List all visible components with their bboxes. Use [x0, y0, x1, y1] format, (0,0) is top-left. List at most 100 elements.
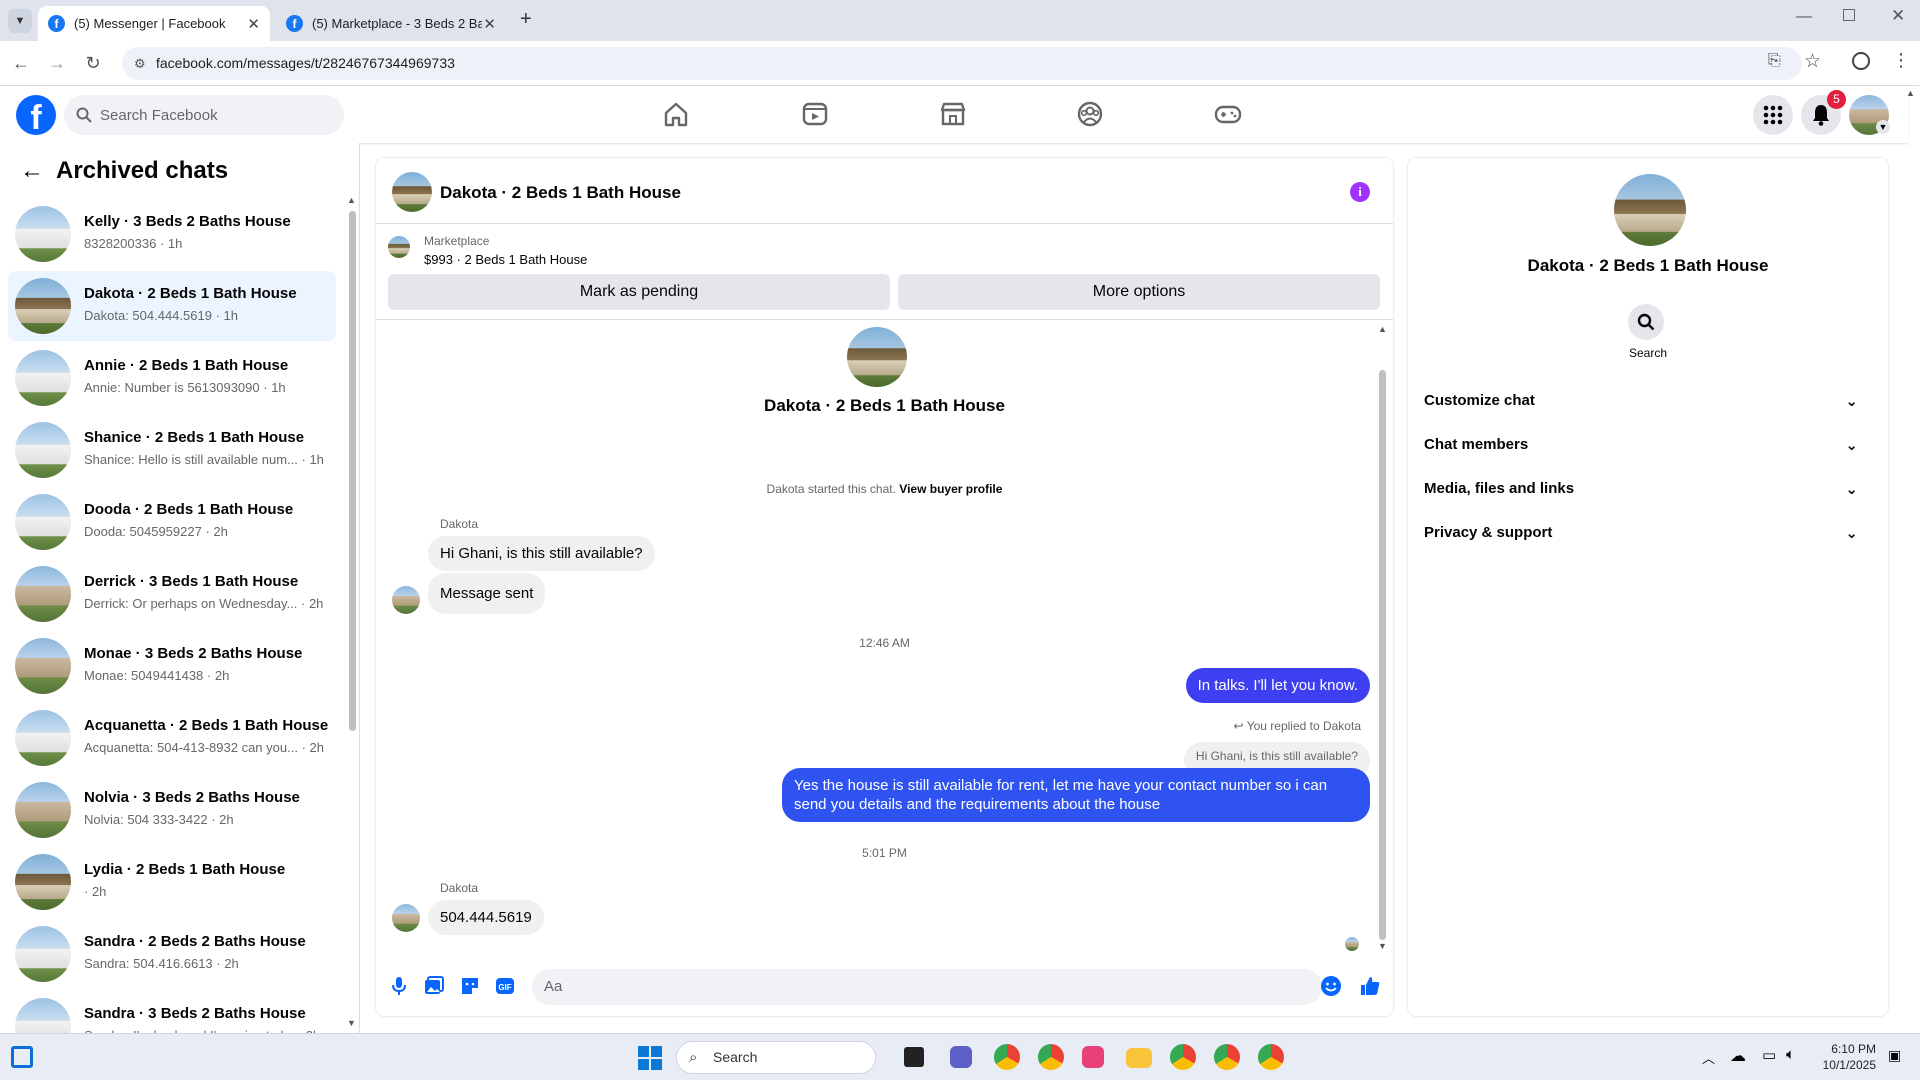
privacy-support-section[interactable]: Privacy & support ⌄ [1424, 524, 1874, 542]
chat-list-item[interactable]: Dakota · 2 Beds 1 Bath House Dakota: 504.… [8, 271, 336, 341]
incoming-message[interactable]: Message sent [428, 573, 546, 614]
back-arrow-icon[interactable]: ← [20, 157, 44, 185]
taskbar-clock[interactable]: 6:10 PM 10/1/2025 [1810, 1041, 1876, 1073]
thumbs-up-icon[interactable] [1359, 975, 1381, 997]
account-chevron-down-icon[interactable]: ▼ [1876, 120, 1890, 134]
widgets-icon[interactable] [11, 1046, 33, 1068]
listing-thumbnail[interactable] [388, 236, 410, 258]
chat-list-scrollbar[interactable] [349, 211, 356, 731]
scroll-up-arrow-icon[interactable]: ▲ [1378, 324, 1387, 334]
tab-list-dropdown[interactable]: ▼ [8, 9, 32, 33]
chat-list-item[interactable]: Dooda · 2 Beds 1 Bath House Dooda: 504595… [8, 487, 336, 557]
facebook-logo[interactable]: f [16, 95, 56, 135]
back-icon[interactable]: ← [10, 53, 32, 74]
customize-chat-section[interactable]: Customize chat ⌄ [1424, 392, 1874, 410]
chat-members-section[interactable]: Chat members ⌄ [1424, 436, 1874, 454]
menu-grid-button[interactable] [1753, 95, 1793, 135]
taskbar-search[interactable]: ⌕ Search [676, 1041, 876, 1074]
close-tab-icon[interactable]: ✕ [247, 15, 260, 33]
home-icon[interactable] [660, 98, 692, 130]
search-input[interactable]: Search Facebook [64, 95, 344, 135]
chrome-profile-icon[interactable] [1170, 1044, 1196, 1070]
chat-preview: Annie: Number is 5613093090 [84, 380, 260, 395]
chat-list-item[interactable]: Kelly · 3 Beds 2 Baths House 8328200336 ·… [8, 199, 336, 269]
gif-icon[interactable]: GIF [494, 975, 516, 997]
chat-list-item[interactable]: Nolvia · 3 Beds 2 Baths House Nolvia: 504… [8, 775, 336, 845]
conversation-info-icon[interactable]: i [1350, 182, 1370, 202]
tab-messenger[interactable]: f (5) Messenger | Facebook ✕ [38, 6, 270, 41]
video-icon[interactable] [799, 98, 831, 130]
gaming-icon[interactable] [1212, 98, 1244, 130]
file-explorer-icon[interactable] [1126, 1048, 1152, 1068]
sender-avatar[interactable] [392, 904, 420, 932]
site-info-icon[interactable]: ⚙ [134, 47, 146, 80]
media-files-links-section[interactable]: Media, files and links ⌄ [1424, 480, 1874, 498]
close-window-button[interactable]: ✕ [1891, 6, 1905, 26]
chat-name: Kelly · 3 Beds 2 Baths House [84, 213, 291, 230]
chat-time: · 2h [84, 884, 107, 899]
profile-avatar[interactable] [847, 327, 907, 387]
chat-list-item[interactable]: Sandra · 3 Beds 2 Baths HouseSandra: I'm… [8, 991, 336, 1033]
close-tab-icon[interactable]: ✕ [483, 15, 496, 33]
incoming-message[interactable]: Hi Ghani, is this still available? [428, 536, 655, 571]
chrome-icon[interactable] [1038, 1044, 1064, 1070]
details-search-button[interactable] [1628, 304, 1664, 340]
groups-icon[interactable] [1074, 98, 1106, 130]
install-app-icon[interactable]: ⎘ [1768, 52, 1781, 70]
outgoing-message[interactable]: In talks. I'll let you know. [1185, 668, 1370, 703]
conversation-title[interactable]: Dakota · 2 Beds 1 Bath House [440, 183, 681, 203]
browser-menu-icon[interactable]: ⋮ [1892, 50, 1910, 71]
sticker-icon[interactable] [459, 975, 481, 997]
forward-icon[interactable]: → [46, 53, 68, 74]
task-view-icon[interactable] [904, 1047, 924, 1067]
microphone-icon[interactable] [388, 975, 410, 997]
meet-icon[interactable] [950, 1046, 972, 1068]
view-buyer-profile-link[interactable]: View buyer profile [899, 482, 1002, 496]
scroll-up-arrow-icon[interactable]: ▲ [1906, 88, 1915, 98]
chrome-profile-icon[interactable] [1214, 1044, 1240, 1070]
network-icon[interactable]: ▭ [1762, 1046, 1776, 1064]
chat-list-item[interactable]: Derrick · 3 Beds 1 Bath House Derrick: Or… [8, 559, 336, 629]
snipping-tool-icon[interactable] [1082, 1046, 1104, 1068]
message-input[interactable]: Aa [532, 969, 1322, 1005]
scroll-down-arrow-icon[interactable]: ▼ [347, 1018, 356, 1028]
volume-icon[interactable]: 🔈︎ [1786, 1046, 1795, 1063]
chat-list-item[interactable]: Sandra · 2 Beds 2 Baths House Sandra: 504… [8, 919, 336, 989]
chat-preview-line: Derrick: Or perhaps on Wednesday... · 2h [84, 596, 323, 611]
more-options-button[interactable]: More options [898, 274, 1380, 310]
sender-avatar[interactable] [392, 586, 420, 614]
chat-name: Annie · 2 Beds 1 Bath House [84, 357, 289, 374]
outgoing-message[interactable]: Yes the house is still available for ren… [782, 768, 1370, 822]
emoji-icon[interactable] [1320, 975, 1342, 997]
reload-icon[interactable]: ↻ [82, 53, 104, 74]
conversation-avatar[interactable] [392, 172, 432, 212]
bookmark-star-icon[interactable]: ☆ [1804, 50, 1821, 73]
chat-list-item[interactable]: Monae · 3 Beds 2 Baths House Monae: 50494… [8, 631, 336, 701]
chat-list-item[interactable]: Shanice · 2 Beds 1 Bath House Shanice: He… [8, 415, 336, 485]
messages-scrollbar[interactable] [1379, 370, 1386, 940]
windows-start-icon[interactable] [638, 1046, 662, 1070]
profile-icon[interactable] [1852, 52, 1870, 70]
marketplace-icon[interactable] [937, 98, 969, 130]
minimize-window-button[interactable]: — [1796, 8, 1812, 26]
chat-name: Sandra · 3 Beds 2 Baths House [84, 1005, 306, 1022]
tab-marketplace[interactable]: f (5) Marketplace - 3 Beds 2 Bath ✕ [276, 6, 506, 41]
notification-center-icon[interactable]: ▣ [1888, 1047, 1901, 1064]
scroll-down-arrow-icon[interactable]: ▼ [1378, 941, 1387, 951]
details-avatar[interactable] [1614, 174, 1686, 246]
show-hidden-icons-chevron-icon[interactable]: ︿ [1702, 1048, 1715, 1067]
restore-window-button[interactable] [1843, 9, 1855, 21]
mark-as-pending-button[interactable]: Mark as pending [388, 274, 890, 310]
incoming-message[interactable]: 504.444.5619 [428, 900, 544, 935]
chat-list-item[interactable]: Acquanetta · 2 Beds 1 Bath House Acquanet… [8, 703, 336, 773]
photo-icon[interactable] [423, 975, 445, 997]
chrome-profile-icon[interactable] [994, 1044, 1020, 1070]
scroll-up-arrow-icon[interactable]: ▲ [347, 195, 356, 205]
new-tab-button[interactable]: + [520, 8, 532, 31]
listing-title[interactable]: $993 · 2 Beds 1 Bath House [424, 252, 587, 267]
chat-list-item[interactable]: Annie · 2 Beds 1 Bath House Annie: Number… [8, 343, 336, 413]
chrome-profile-icon[interactable] [1258, 1044, 1284, 1070]
url-field[interactable]: ⚙ facebook.com/messages/t/28246767344969… [122, 47, 1802, 80]
onedrive-icon[interactable]: ☁ [1730, 1046, 1746, 1066]
chat-list-item[interactable]: Lydia · 2 Beds 1 Bath House · 2h [8, 847, 336, 917]
